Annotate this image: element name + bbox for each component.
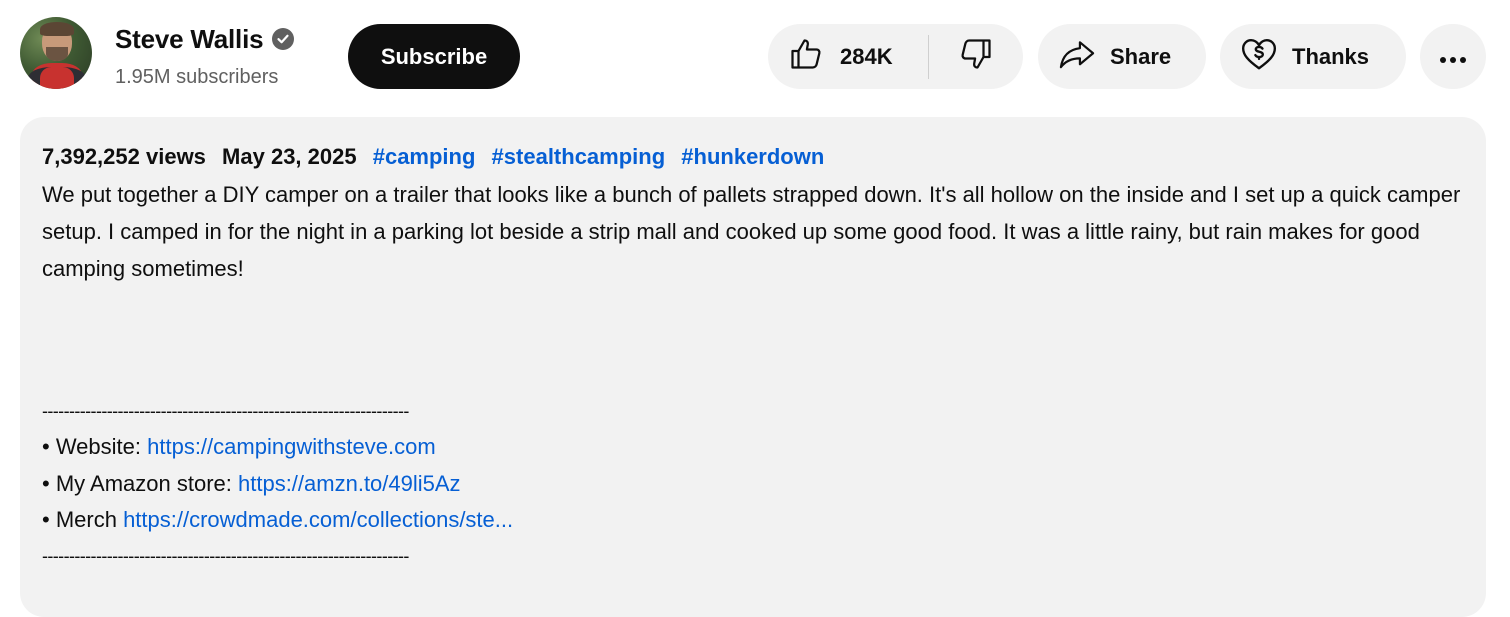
separator-line: ----------------------------------------… [42, 546, 409, 566]
description-meta: 7,392,252 views May 23, 2025 #camping #s… [42, 142, 834, 172]
channel-avatar[interactable] [20, 17, 92, 89]
view-count: 7,392,252 views [42, 144, 206, 169]
description-box[interactable]: 7,392,252 views May 23, 2025 #camping #s… [20, 117, 1486, 617]
link-line-merch: • Merch https://crowdmade.com/collection… [42, 505, 513, 535]
more-actions-button[interactable] [1420, 24, 1486, 89]
dislike-button[interactable] [929, 24, 1023, 89]
upload-date: May 23, 2025 [222, 144, 357, 169]
more-icon [1438, 44, 1468, 70]
website-link[interactable]: https://campingwithsteve.com [147, 434, 436, 459]
link-prefix: • My Amazon store: [42, 471, 238, 496]
thanks-button[interactable]: Thanks [1220, 24, 1406, 89]
channel-name[interactable]: Steve Wallis [115, 22, 295, 56]
like-count: 284K [840, 43, 893, 69]
hashtag-link[interactable]: #stealthcamping [492, 144, 666, 169]
link-line-website: • Website: https://campingwithsteve.com [42, 432, 436, 462]
thumbs-down-icon [958, 36, 994, 78]
merch-link[interactable]: https://crowdmade.com/collections/ste... [123, 507, 513, 532]
hashtag-link[interactable]: #hunkerdown [681, 144, 824, 169]
separator-line: ----------------------------------------… [42, 401, 409, 421]
share-button[interactable]: Share [1038, 24, 1206, 89]
link-line-amazon: • My Amazon store: https://amzn.to/49li5… [42, 469, 461, 499]
subscriber-count: 1.95M subscribers [115, 66, 279, 88]
like-button[interactable]: 284K [768, 24, 928, 89]
channel-name-text[interactable]: Steve Wallis [115, 22, 264, 56]
thanks-label: Thanks [1292, 43, 1370, 69]
description-text: We put together a DIY camper on a traile… [42, 182, 1461, 281]
link-prefix: • Merch [42, 507, 124, 532]
hashtag-link[interactable]: #camping [373, 144, 476, 169]
video-owner-row: Steve Wallis 1.95M subscribers Subscribe… [0, 0, 1510, 110]
like-dislike-group: 284K [768, 24, 1023, 89]
heart-dollar-icon [1240, 35, 1278, 79]
share-arrow-icon [1058, 36, 1096, 78]
verified-check-icon [272, 28, 295, 50]
subscribe-button[interactable]: Subscribe [348, 24, 520, 89]
share-label: Share [1110, 43, 1172, 69]
thumbs-up-icon [788, 36, 824, 78]
amazon-store-link[interactable]: https://amzn.to/49li5Az [238, 471, 461, 496]
link-prefix: • Website: [42, 434, 148, 459]
